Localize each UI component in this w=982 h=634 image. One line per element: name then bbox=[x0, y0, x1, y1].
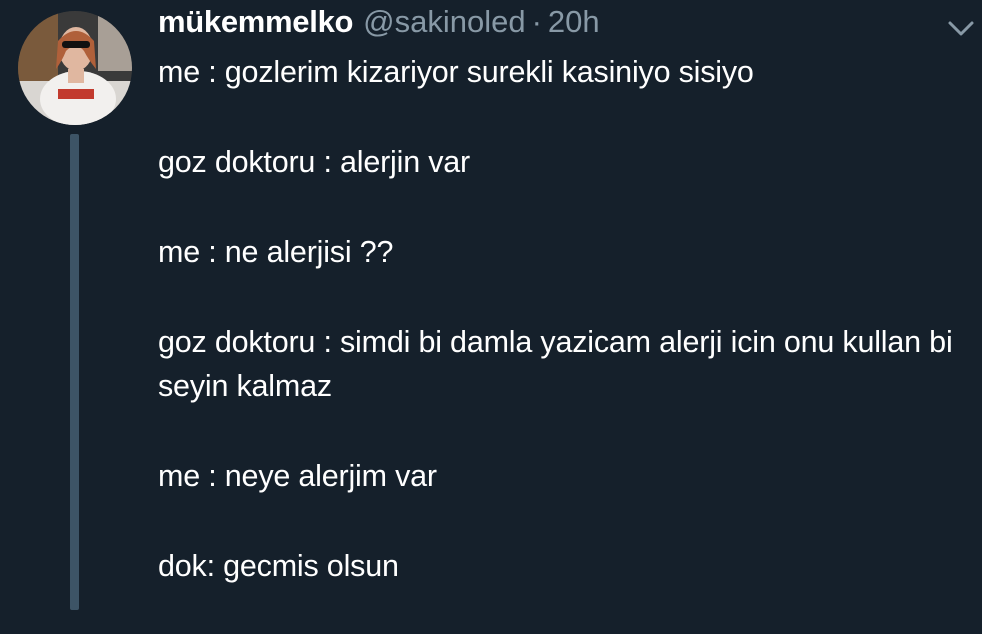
tweet-menu-button[interactable] bbox=[944, 14, 978, 42]
tweet-paragraph: me : gozlerim kizariyor surekli kasiniyo… bbox=[158, 55, 754, 89]
display-name[interactable]: mükemmelko bbox=[158, 4, 353, 40]
tweet-paragraph: me : neye alerjim var bbox=[158, 459, 437, 493]
avatar[interactable] bbox=[18, 11, 132, 125]
tweet: mükemmelko @sakinoled · 20h me : gozleri… bbox=[0, 0, 982, 610]
avatar-image bbox=[18, 11, 132, 125]
tweet-header: mükemmelko @sakinoled · 20h bbox=[158, 4, 600, 48]
chevron-down-icon bbox=[948, 21, 974, 36]
timestamp[interactable]: 20h bbox=[548, 4, 600, 40]
tweet-paragraph: goz doktoru : alerjin var bbox=[158, 145, 471, 179]
thread-line bbox=[70, 134, 79, 610]
tweet-paragraph: goz doktoru : simdi bi damla yazicam ale… bbox=[158, 325, 953, 403]
user-handle[interactable]: @sakinoled bbox=[363, 4, 525, 40]
tweet-paragraph: me : ne alerjisi ?? bbox=[158, 235, 394, 269]
separator-dot: · bbox=[531, 4, 542, 39]
tweet-paragraph: dok: gecmis olsun bbox=[158, 549, 399, 583]
tweet-text: me : gozlerim kizariyor surekli kasiniyo… bbox=[158, 50, 968, 634]
